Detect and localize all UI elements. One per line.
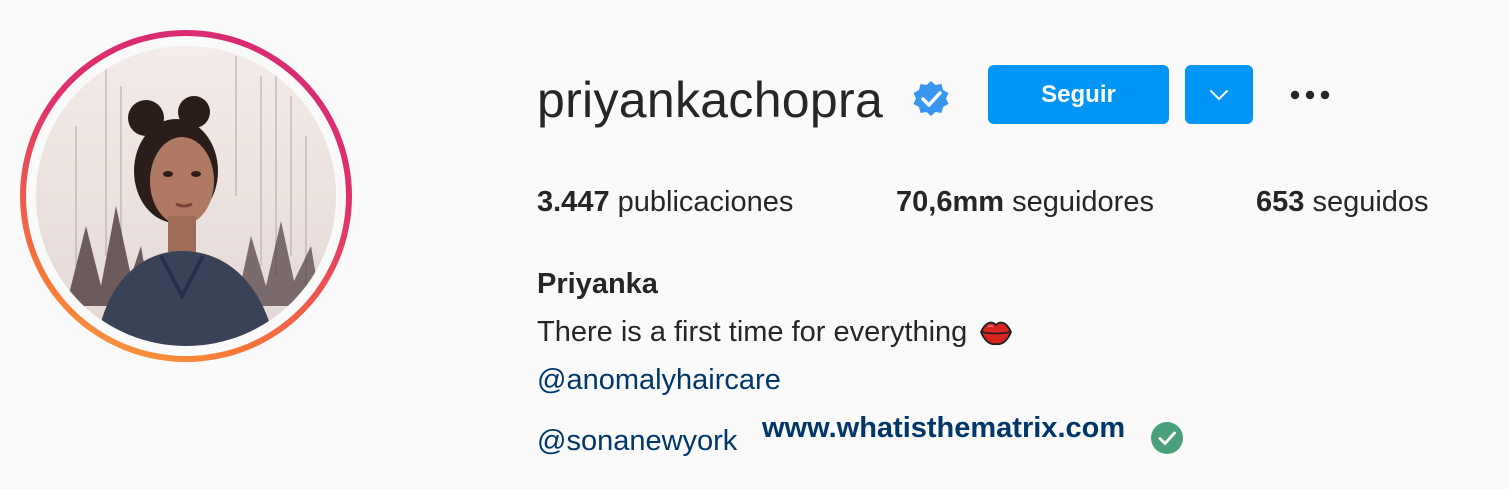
mention-link-anomalyhaircare[interactable]: @anomalyhaircare [537, 360, 781, 400]
bio-text-line: There is a first time for everything [537, 316, 968, 348]
mention-link-sonanewyork[interactable]: @sonanewyork [537, 421, 737, 461]
posts-count: 3.447 publicaciones [537, 182, 793, 222]
username: priyankachopra [537, 72, 884, 128]
check-circle-icon [1151, 422, 1183, 454]
bio-text: There is a first time for everything [537, 312, 1013, 352]
avatar[interactable] [36, 46, 336, 346]
following-count-value: 653 [1256, 186, 1305, 218]
followers-count-value: 70,6mm [896, 186, 1005, 218]
suggested-accounts-button[interactable] [1185, 65, 1253, 124]
follow-button[interactable]: Seguir [988, 65, 1169, 124]
following-link[interactable]: 653 seguidos [1256, 182, 1429, 222]
more-options-button[interactable] [1284, 78, 1336, 112]
followers-count-label: seguidores [1012, 186, 1154, 218]
followers-link[interactable]: 70,6mm seguidores [896, 182, 1154, 222]
posts-count-value: 3.447 [537, 186, 610, 218]
profile-photo [36, 46, 336, 346]
chevron-down-icon [1210, 89, 1228, 100]
profile-header: priyankachopra Seguir 3.447 publicacione… [0, 0, 1509, 489]
following-count-label: seguidos [1312, 186, 1429, 218]
website-link[interactable]: www.whatisthematrix.com [762, 408, 1125, 448]
posts-count-label: publicaciones [617, 186, 794, 218]
kiss-lips-icon [980, 321, 1013, 346]
verified-badge-icon [913, 81, 949, 116]
full-name: Priyanka [537, 268, 658, 300]
story-ring[interactable] [20, 30, 352, 362]
more-options-icon [1290, 90, 1330, 100]
